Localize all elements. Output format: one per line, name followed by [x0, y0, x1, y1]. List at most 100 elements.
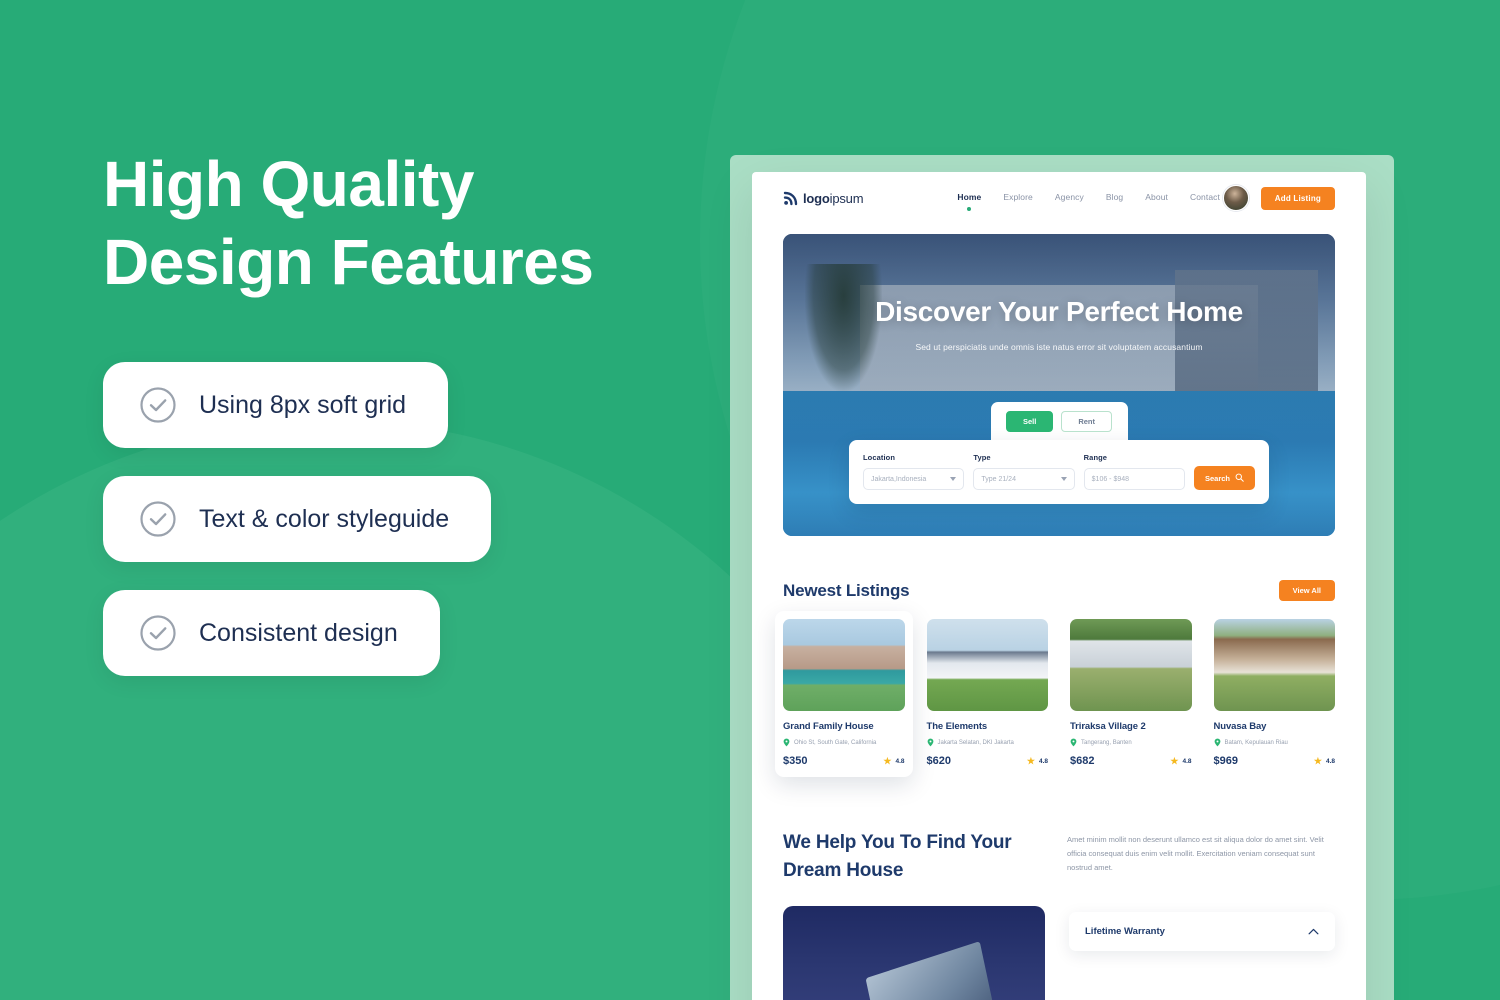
star-icon: ★ [883, 755, 892, 766]
chevron-down-icon [950, 477, 957, 481]
listing-rating-value: 4.8 [1182, 757, 1192, 765]
primary-nav: Home Explore Agency Blog About Contact [957, 192, 1220, 204]
listing-footer: $350 ★ 4.8 [783, 755, 905, 767]
nav-item-agency[interactable]: Agency [1055, 192, 1084, 204]
location-label: Location [863, 453, 896, 462]
header-actions: Add Listing [1222, 185, 1335, 211]
nav-item-blog[interactable]: Blog [1106, 192, 1123, 204]
listing-name: Triraksa Village 2 [1070, 721, 1146, 732]
toggle-rent-button[interactable]: Rent [1061, 411, 1112, 432]
hero-banner: Discover Your Perfect Home Sed ut perspi… [783, 234, 1335, 536]
location-value: Jakarta,Indonesia [871, 475, 927, 483]
promo-headline: High Quality Design Features [103, 148, 594, 299]
feature-card: Using 8px soft grid [103, 362, 449, 448]
listings-title: Newest Listings [783, 580, 910, 600]
star-icon: ★ [1026, 755, 1035, 766]
listing-location-text: Batam, Kepulauan Riau [1224, 739, 1288, 746]
type-select[interactable]: Type 21/24 [973, 468, 1075, 490]
chevron-down-icon [1060, 477, 1067, 481]
feature-list: Using 8px soft grid Text & color stylegu… [103, 362, 492, 676]
listing-footer: $682 ★ 4.8 [1070, 755, 1192, 767]
feature-card: Consistent design [103, 590, 440, 676]
nav-item-home[interactable]: Home [957, 192, 981, 204]
listing-card[interactable]: Triraksa Village 2 Tangerang, Banten $68… [1070, 619, 1192, 767]
promo-canvas: High Quality Design Features Using 8px s… [0, 0, 1500, 1000]
help-section: We Help You To Find Your Dream House Ame… [783, 829, 1335, 884]
help-body: Amet minim mollit non deserunt ullamco e… [1067, 835, 1324, 872]
help-content-row: Lifetime Warranty [783, 906, 1335, 1000]
logo-text-light: ipsum [829, 190, 864, 206]
listing-photo [1070, 619, 1192, 711]
map-pin-icon [783, 738, 790, 747]
range-field: Range $106 - $948 [1083, 453, 1185, 490]
range-value: $106 - $948 [1091, 475, 1130, 483]
check-circle-icon [139, 614, 177, 652]
nav-item-about[interactable]: About [1145, 192, 1168, 204]
location-select[interactable]: Jakarta,Indonesia [863, 468, 965, 490]
check-circle-icon [139, 500, 177, 538]
faq-accordion: Lifetime Warranty [1069, 906, 1335, 952]
hero-content: Discover Your Perfect Home Sed ut perspi… [783, 234, 1335, 352]
type-value: Type 21/24 [981, 475, 1016, 483]
hero-subtitle: Sed ut perspiciatis unde omnis iste natu… [915, 342, 1203, 352]
listing-card[interactable]: The Elements Jakarta Selatan, DKI Jakart… [926, 619, 1049, 767]
range-label: Range [1083, 453, 1108, 462]
listing-footer: $620 ★ 4.8 [927, 755, 1049, 767]
listing-rating: ★ 4.8 [1026, 755, 1048, 766]
nav-item-contact[interactable]: Contact [1190, 192, 1220, 204]
search-button-label: Search [1204, 473, 1231, 483]
logoipsum-icon [783, 191, 798, 206]
star-icon: ★ [1170, 755, 1179, 766]
listing-card[interactable]: Nuvasa Bay Batam, Kepulauan Riau $969 ★ … [1213, 619, 1336, 767]
type-field: Type Type 21/24 [973, 453, 1075, 490]
add-listing-button[interactable]: Add Listing [1260, 186, 1335, 210]
check-circle-icon [139, 386, 177, 424]
site-header: logoipsum Home Explore Agency Blog About… [752, 172, 1366, 224]
listing-price: $682 [1070, 755, 1095, 767]
listing-name: Grand Family House [783, 721, 874, 732]
help-promo-image [783, 906, 1045, 1000]
listing-rating-value: 4.8 [1038, 757, 1048, 765]
listing-location: Jakarta Selatan, DKI Jakarta [927, 738, 1049, 747]
listing-photo [1213, 619, 1335, 711]
avatar[interactable] [1222, 185, 1249, 211]
range-input[interactable]: $106 - $948 [1083, 468, 1185, 490]
listing-location-text: Jakarta Selatan, DKI Jakarta [937, 739, 1014, 746]
search-button[interactable]: Search [1193, 466, 1256, 490]
listing-price: $969 [1213, 755, 1238, 767]
listing-rating: ★ 4.8 [1170, 755, 1192, 766]
listing-photo [926, 619, 1048, 711]
listing-price: $350 [783, 755, 808, 767]
listing-name: Nuvasa Bay [1213, 721, 1267, 732]
feature-label: Consistent design [199, 618, 398, 647]
map-pin-icon [1070, 738, 1077, 747]
listing-location: Ohio St, South Gate, California [783, 738, 905, 747]
listing-location: Batam, Kepulauan Riau [1214, 738, 1336, 747]
site-logo[interactable]: logoipsum [783, 190, 864, 206]
listing-name: The Elements [926, 721, 988, 732]
help-promo-shape [865, 941, 999, 1000]
listing-rating-value: 4.8 [895, 757, 905, 765]
logo-text: logoipsum [803, 190, 864, 206]
listing-rating: ★ 4.8 [883, 755, 905, 766]
accordion-item-lifetime-warranty[interactable]: Lifetime Warranty [1069, 912, 1335, 952]
promo-left-panel: High Quality Design Features Using 8px s… [0, 0, 700, 1000]
map-pin-icon [1214, 738, 1221, 747]
search-panel: Location Jakarta,Indonesia Type Type 21/… [849, 440, 1269, 504]
toggle-sell-button[interactable]: Sell [1005, 411, 1054, 432]
feature-label: Text & color styleguide [199, 504, 450, 533]
help-title: We Help You To Find Your Dream House [783, 832, 1012, 881]
search-icon [1235, 473, 1244, 484]
feature-card: Text & color styleguide [103, 476, 492, 562]
listing-rating-value: 4.8 [1325, 757, 1335, 765]
nav-item-explore[interactable]: Explore [1003, 192, 1033, 204]
listing-footer: $969 ★ 4.8 [1214, 755, 1336, 767]
location-field: Location Jakarta,Indonesia [863, 453, 965, 490]
listing-cards: Grand Family House Ohio St, South Gate, … [775, 611, 1336, 777]
listings-header: Newest Listings View All [783, 580, 1335, 601]
listing-card[interactable]: Grand Family House Ohio St, South Gate, … [775, 611, 913, 777]
star-icon: ★ [1313, 755, 1322, 766]
view-all-button[interactable]: View All [1278, 580, 1335, 601]
chevron-up-icon[interactable] [1308, 928, 1319, 935]
feature-label: Using 8px soft grid [199, 390, 407, 419]
